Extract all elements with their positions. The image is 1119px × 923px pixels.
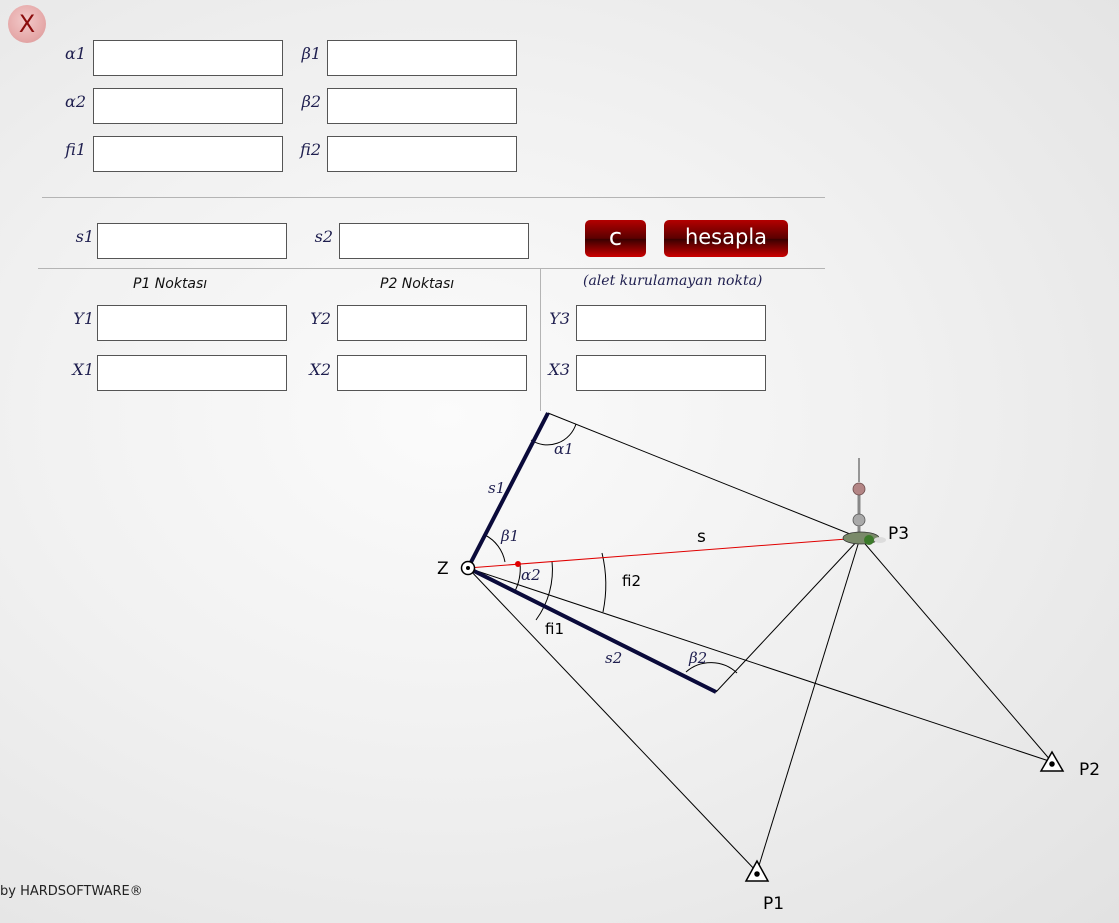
diagram-p3-label: P3 [888,524,909,544]
arc-alpha2 [513,562,521,594]
arc-fi2 [601,552,607,613]
line-s [467,537,861,569]
diagram-p2-label: P2 [1079,760,1100,780]
line-a-p3 [547,412,861,539]
diagram-beta2-label: β2 [688,649,707,667]
line-b-p3 [715,537,861,693]
diagram-fi2-label: fi2 [622,572,641,590]
tower-icon [842,458,886,545]
line-z-p2 [467,567,1053,763]
line-z-p1 [467,567,758,873]
diagram-p1-label: P1 [763,894,784,914]
diagram-s-label: s [697,527,706,547]
line-p3-p1 [756,537,861,873]
diagram-alpha1-label: α1 [554,440,574,458]
diagram-fi1-label: fi1 [545,620,564,638]
line-p3-p2 [859,537,1053,763]
station-circle-icon [460,560,476,576]
diagram-beta1-label: β1 [500,527,519,545]
diagram-s1-label: s1 [488,479,505,497]
footer-credit: by HARDSOFTWARE® [0,884,143,899]
geometry-diagram: Z P1 P2 P3 s s1 s2 α1 β1 α2 β2 fi1 fi2 [437,412,1100,914]
diagram-s2-label: s2 [605,649,622,667]
diagram-alpha2-label: α2 [521,566,541,584]
triangle-benchmark-icon [1039,750,1065,772]
baseline-s2 [467,566,717,694]
diagram-z-label: Z [437,559,449,579]
